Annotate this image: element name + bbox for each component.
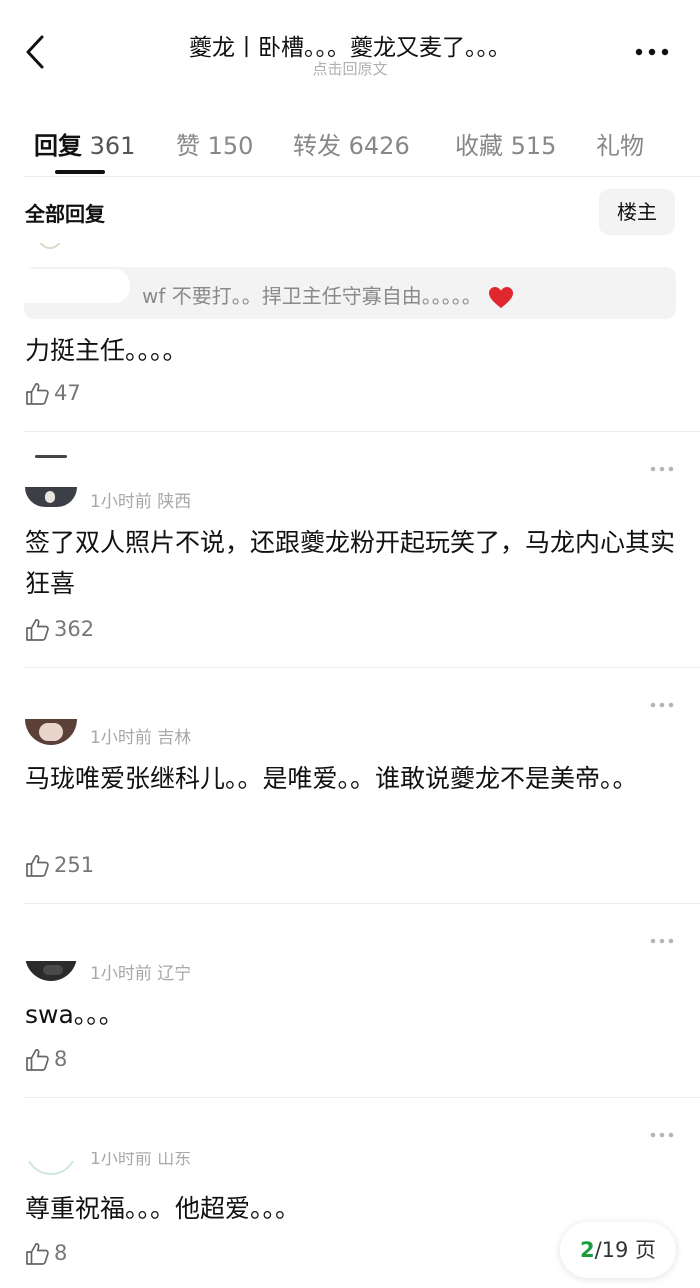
tab-likes[interactable]: 赞 150: [176, 126, 253, 161]
active-tab-indicator: [55, 170, 105, 174]
divider: [24, 667, 700, 668]
tab-replies[interactable]: 回复 361: [34, 126, 135, 161]
comment-text: swa。。。: [25, 1000, 124, 1029]
comment-time: 1小时前: [90, 964, 152, 984]
tab-count: 515: [510, 132, 557, 160]
comment-location: 陕西: [157, 492, 192, 512]
tab-label: 转发: [293, 132, 341, 160]
divider: [24, 431, 700, 432]
like-button[interactable]: 47: [25, 379, 81, 407]
tab-label: 回复: [34, 132, 82, 160]
more-options-icon[interactable]: [634, 46, 670, 58]
comment-meta: 1小时前 辽宁: [90, 959, 191, 984]
redacted-username: [24, 269, 130, 303]
comment-time: 1小时前: [90, 492, 152, 512]
comment-meta: 1小时前 吉林: [90, 723, 191, 748]
comment-meta: 1小时前 陕西: [90, 487, 191, 512]
comment-more-icon[interactable]: [650, 465, 674, 473]
divider: [24, 903, 700, 904]
divider: [24, 176, 700, 177]
thumbs-up-icon: [26, 618, 49, 641]
tab-count: 150: [207, 132, 254, 160]
comment-time: 1小时前 山东: [90, 1152, 192, 1166]
quoted-reply-text: wf 不要打。。捍卫主任守寡自由。。。。。: [142, 280, 514, 310]
back-arrow-icon[interactable]: [22, 34, 52, 70]
tab-gifts[interactable]: 礼物: [596, 126, 644, 161]
tab-reposts[interactable]: 转发 6426: [293, 126, 410, 161]
like-count: 8: [54, 1241, 68, 1265]
avatar[interactable]: [25, 719, 77, 745]
like-button[interactable]: 8: [25, 1045, 67, 1073]
tab-label: 赞: [176, 132, 200, 160]
tab-count: 361: [89, 132, 136, 160]
comment-time: 1小时前: [90, 728, 152, 748]
like-button[interactable]: 362: [25, 615, 94, 643]
comment-more-icon[interactable]: [650, 701, 674, 709]
comment-location: 辽宁: [157, 964, 192, 984]
thumbs-up-icon: [26, 854, 49, 877]
avatar[interactable]: [38, 243, 62, 249]
total-pages: /19 页: [594, 1238, 657, 1262]
like-count: 47: [54, 381, 81, 405]
tab-label: 礼物: [596, 132, 644, 160]
thumbs-up-icon: [26, 382, 49, 405]
thumbs-up-icon: [26, 1048, 49, 1071]
comment-text: 签了双人照片不说，还跟夔龙粉开起玩笑了，马龙内心其实狂喜: [25, 528, 676, 598]
comment-location: 吉林: [157, 728, 192, 748]
thumbs-up-icon: [26, 1242, 49, 1265]
avatar[interactable]: [25, 455, 77, 508]
red-heart-icon: [488, 286, 513, 308]
comment-text: 马珑唯爱张继科儿。。是唯爱。。谁敢说夔龙不是美帝。。: [25, 764, 638, 793]
avatar[interactable]: [25, 1161, 77, 1175]
tab-label: 收藏: [455, 132, 503, 160]
comment-meta: 1小时前 山东: [90, 1152, 191, 1166]
comment-more-icon[interactable]: [650, 937, 674, 945]
all-replies-label: 全部回复: [25, 202, 105, 226]
owner-only-button[interactable]: 楼主: [599, 189, 675, 235]
post-title[interactable]: 夔龙丨卧槽。。。夔龙又麦了。。。: [100, 28, 600, 62]
like-count: 8: [54, 1047, 68, 1071]
divider: [24, 1097, 700, 1098]
tab-bar: 回复 361 赞 150 转发 6426 收藏 515 礼物: [0, 118, 700, 178]
like-count: 251: [54, 853, 95, 877]
quote-content: wf 不要打。。捍卫主任守寡自由。。。。。: [142, 284, 482, 308]
page-indicator-button[interactable]: 2/19 页: [560, 1222, 676, 1278]
current-page: 2: [579, 1238, 595, 1262]
comment-more-icon[interactable]: [650, 1131, 674, 1139]
quoted-reply[interactable]: wf 不要打。。捍卫主任守寡自由。。。。。: [24, 267, 676, 319]
tab-count: 6426: [348, 132, 410, 160]
back-to-original-link[interactable]: 点击回原文: [100, 58, 600, 79]
comment-text: 力挺主任。。。。: [25, 336, 188, 365]
like-button[interactable]: 8: [25, 1239, 67, 1267]
top-bar: 夔龙丨卧槽。。。夔龙又麦了。。。 点击回原文: [0, 0, 700, 100]
avatar[interactable]: [25, 961, 77, 981]
like-button[interactable]: 251: [25, 851, 94, 879]
tab-favorites[interactable]: 收藏 515: [455, 126, 556, 161]
like-count: 362: [54, 617, 95, 641]
